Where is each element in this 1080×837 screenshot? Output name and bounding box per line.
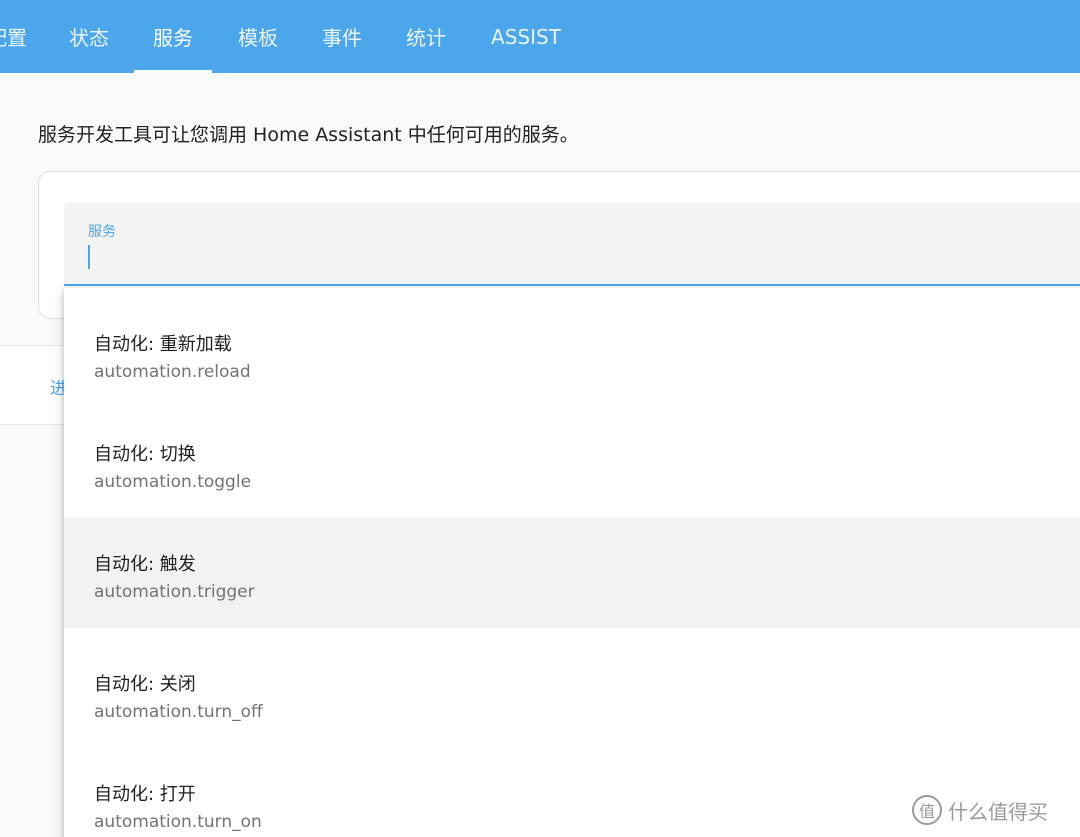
tab-label: 统计 [406,26,446,50]
option-service-id: automation.toggle [94,472,252,492]
watermark: 值 什么值得买 [912,794,1048,826]
option-title: 自动化: 打开 [94,784,196,805]
service-option[interactable]: 自动化: 关闭 automation.turn_off [64,628,1080,738]
option-service-id: automation.trigger [94,582,255,602]
tab-label: 配置 [0,26,27,50]
tab-label: 状态 [69,26,109,50]
tab-label: 模板 [238,26,278,50]
page: 配置 状态 服务 模板 事件 统计 ASSIST 服务开发工具可让您调用 Hom… [0,0,1080,837]
tab-label: 服务 [153,26,193,50]
service-option[interactable]: 自动化: 切换 automation.toggle [64,398,1080,508]
tab-label: 事件 [322,26,362,50]
active-tab-indicator [134,70,212,73]
tab-status[interactable]: 状态 [50,0,128,73]
service-dropdown: 自动化: 重新加载 automation.reload 自动化: 切换 auto… [64,288,1080,837]
watermark-logo-icon: 值 [912,795,942,825]
option-title: 自动化: 触发 [94,554,196,575]
text-caret [88,245,90,269]
tab-events[interactable]: 事件 [303,0,381,73]
option-title: 自动化: 切换 [94,444,196,465]
tab-templates[interactable]: 模板 [219,0,297,73]
service-option-highlighted[interactable]: 自动化: 触发 automation.trigger [64,518,1080,628]
page-description: 服务开发工具可让您调用 Home Assistant 中任何可用的服务。 [38,124,579,146]
watermark-text: 什么值得买 [948,799,1048,824]
service-option[interactable]: 自动化: 重新加载 automation.reload [64,288,1080,398]
option-service-id: automation.turn_on [94,812,262,832]
tab-bar: 配置 状态 服务 模板 事件 统计 ASSIST [0,0,1080,73]
service-input-label: 服务 [88,224,116,240]
tab-config[interactable]: 配置 [0,0,34,73]
service-input[interactable]: 服务 [64,202,1080,286]
option-service-id: automation.reload [94,362,251,382]
tab-assist[interactable]: ASSIST [478,0,574,73]
tab-label: ASSIST [491,24,561,49]
tab-statistics[interactable]: 统计 [387,0,465,73]
option-service-id: automation.turn_off [94,702,263,722]
option-title: 自动化: 重新加载 [94,334,232,355]
tab-services[interactable]: 服务 [134,0,212,73]
option-title: 自动化: 关闭 [94,674,196,695]
